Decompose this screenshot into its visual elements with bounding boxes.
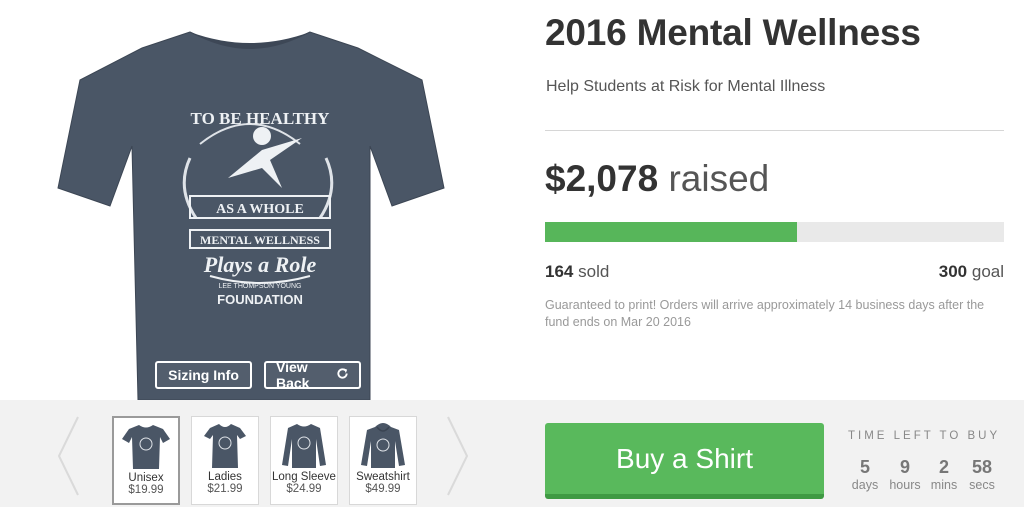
- sweatshirt-thumbnail: [361, 423, 405, 468]
- style-thumbnails: Unisex $19.99 Ladies $21.99 Long Sleeve …: [112, 416, 417, 505]
- print-line-1: TO BE HEALTHY: [191, 109, 330, 128]
- print-line-4: Plays a Role: [203, 252, 317, 277]
- shipping-note: Guaranteed to print! Orders will arrive …: [545, 298, 985, 329]
- view-back-button[interactable]: View Back: [264, 359, 361, 391]
- long-sleeve-thumbnail: [282, 424, 326, 468]
- hours-label: hours: [889, 478, 921, 492]
- raised-label: raised: [668, 158, 770, 199]
- previous-style-arrow[interactable]: [56, 415, 80, 497]
- print-line-2: AS A WHOLE: [216, 202, 304, 217]
- time-left-label: TIME LEFT TO BUY: [848, 430, 1001, 442]
- style-option-ladies[interactable]: Ladies $21.99: [191, 416, 259, 505]
- mins-value: 2: [938, 457, 949, 477]
- hours-value: 9: [899, 457, 910, 477]
- campaign-title: 2016 Mental Wellness: [545, 12, 921, 53]
- progress-fill: [545, 222, 798, 242]
- sizing-info-label: Sizing Info: [168, 367, 239, 383]
- style-option-unisex[interactable]: Unisex $19.99: [112, 416, 180, 505]
- style-price: $49.99: [365, 483, 401, 495]
- style-name: Ladies: [208, 471, 242, 483]
- print-line-5: LEE THOMPSON YOUNG: [219, 283, 302, 290]
- tshirt-image: TO BE HEALTHY AS A WHOLE MENTAL WELLNESS…: [57, 31, 445, 400]
- buy-shirt-button[interactable]: Buy a Shirt: [545, 423, 824, 499]
- secs-value: 58: [971, 457, 993, 477]
- style-name: Unisex: [128, 472, 164, 484]
- secs-label: secs: [969, 478, 995, 492]
- chevron-right-icon: [447, 416, 469, 496]
- amount-raised: $2,078 raised: [545, 158, 769, 200]
- sold-count: 164 sold: [545, 262, 609, 282]
- product-image: TO BE HEALTHY AS A WHOLE MENTAL WELLNESS…: [0, 0, 520, 400]
- goal-count: 300 goal: [939, 262, 1004, 282]
- style-price: $19.99: [128, 484, 164, 496]
- timer-hours: 9 hours: [884, 456, 926, 492]
- refresh-icon: [336, 367, 349, 383]
- chevron-left-icon: [57, 416, 79, 496]
- style-name: Long Sleeve: [272, 471, 336, 483]
- print-line-3: MENTAL WELLNESS: [200, 233, 320, 247]
- divider: [545, 130, 1004, 131]
- sold-number: 164: [545, 262, 574, 281]
- view-back-label: View Back: [276, 359, 310, 391]
- raised-amount: $2,078: [545, 158, 659, 199]
- sold-label: sold: [578, 262, 610, 281]
- style-name: Sweatshirt: [356, 471, 410, 483]
- ladies-shirt-thumbnail: [204, 424, 246, 468]
- countdown-timer: 5 days 9 hours 2 mins 58 secs: [846, 456, 1002, 492]
- print-line-6: FOUNDATION: [217, 292, 303, 307]
- progress-bar: [545, 222, 1004, 242]
- timer-secs: 58 secs: [962, 456, 1002, 492]
- style-option-sweatshirt[interactable]: Sweatshirt $49.99: [349, 416, 417, 505]
- days-label: days: [851, 478, 879, 492]
- style-price: $21.99: [207, 483, 243, 495]
- goal-label: goal: [971, 262, 1004, 281]
- sizing-info-button[interactable]: Sizing Info: [155, 361, 252, 389]
- next-style-arrow[interactable]: [446, 415, 470, 497]
- buy-shirt-label: Buy a Shirt: [616, 442, 753, 474]
- timer-days: 5 days: [846, 456, 884, 492]
- days-value: 5: [859, 457, 870, 477]
- campaign-subtitle: Help Students at Risk for Mental Illness: [546, 78, 826, 95]
- style-option-long-sleeve[interactable]: Long Sleeve $24.99: [270, 416, 338, 505]
- style-price: $24.99: [286, 483, 322, 495]
- mins-label: mins: [930, 478, 958, 492]
- timer-mins: 2 mins: [926, 456, 962, 492]
- unisex-shirt-thumbnail: [122, 425, 170, 469]
- goal-number: 300: [938, 262, 968, 281]
